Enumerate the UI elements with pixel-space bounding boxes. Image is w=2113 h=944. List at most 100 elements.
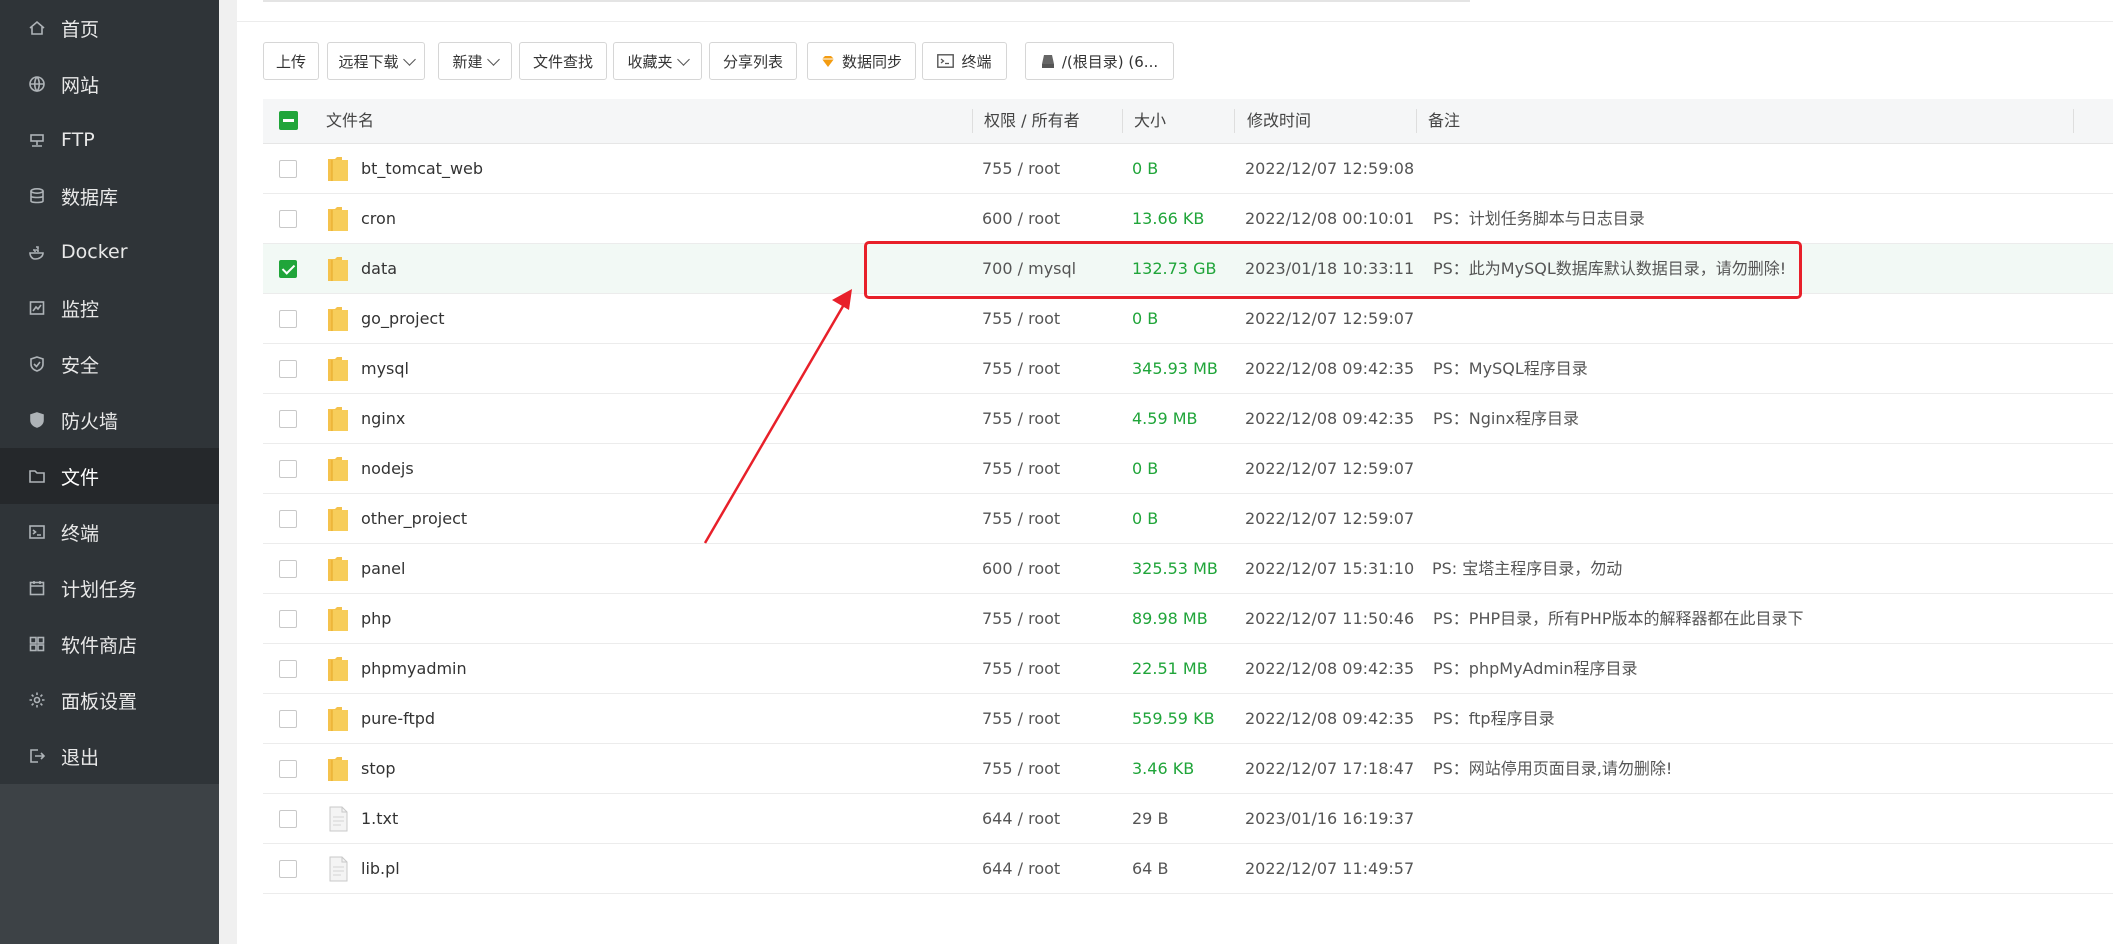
row-checkbox[interactable] <box>279 810 297 828</box>
sidebar-item-8[interactable]: 文件 <box>0 448 219 504</box>
row-checkbox[interactable] <box>279 510 297 528</box>
note[interactable]: PS：Nginx程序目录 <box>1433 394 1579 444</box>
folder-icon <box>327 306 349 332</box>
chevron-down-icon <box>486 52 500 66</box>
note[interactable]: PS: 宝塔主程序目录，勿动 <box>1432 544 1622 594</box>
file-name-link[interactable]: pure-ftpd <box>361 694 435 744</box>
column-mtime[interactable]: 修改时间 <box>1247 99 1311 143</box>
row-checkbox[interactable] <box>279 360 297 378</box>
note[interactable]: PS：ftp程序目录 <box>1433 694 1555 744</box>
upload-button[interactable]: 上传 <box>263 42 319 80</box>
table-row[interactable]: php 755 / root 89.98 MB 2022/12/07 11:50:46… <box>263 594 2113 644</box>
permission-owner[interactable]: 755 / root <box>982 344 1060 394</box>
row-checkbox[interactable] <box>279 760 297 778</box>
sidebar-item-0[interactable]: 首页 <box>0 0 219 56</box>
table-row[interactable]: stop 755 / root 3.46 KB 2022/12/07 17:18:47… <box>263 744 2113 794</box>
row-checkbox[interactable] <box>279 210 297 228</box>
note[interactable]: PS：PHP目录，所有PHP版本的解释器都在此目录下 <box>1433 594 1803 644</box>
note[interactable]: PS：计划任务脚本与日志目录 <box>1433 194 1645 244</box>
file-name-link[interactable]: nodejs <box>361 444 414 494</box>
sidebar-item-12[interactable]: 面板设置 <box>0 672 219 728</box>
column-name[interactable]: 文件名 <box>326 99 374 143</box>
file-name-link[interactable]: phpmyadmin <box>361 644 467 694</box>
content-gutter <box>219 0 237 944</box>
permission-owner[interactable]: 600 / root <box>982 194 1060 244</box>
permission-owner[interactable]: 755 / root <box>982 494 1060 544</box>
sidebar-item-13[interactable]: 退出 <box>0 728 219 784</box>
table-row[interactable]: lib.pl 644 / root 64 B 2022/12/07 11:49:57 <box>263 844 2113 894</box>
note[interactable]: PS：MySQL程序目录 <box>1433 344 1588 394</box>
row-checkbox[interactable] <box>279 410 297 428</box>
sidebar-item-7[interactable]: 防火墙 <box>0 392 219 448</box>
file-name-link[interactable]: go_project <box>361 294 444 344</box>
sidebar-item-11[interactable]: 软件商店 <box>0 616 219 672</box>
sidebar-item-label: 终端 <box>61 522 100 545</box>
permission-owner[interactable]: 755 / root <box>982 744 1060 794</box>
table-row[interactable]: mysql 755 / root 345.93 MB 2022/12/08 09:42… <box>263 344 2113 394</box>
note[interactable]: PS：网站停用页面目录,请勿删除! <box>1433 744 1672 794</box>
table-row[interactable]: nodejs 755 / root 0 B 2022/12/07 12:59:07 <box>263 444 2113 494</box>
file-name-link[interactable]: bt_tomcat_web <box>361 144 483 194</box>
file-name-link[interactable]: stop <box>361 744 396 794</box>
file-size: 0 B <box>1132 459 1159 478</box>
file-name-link[interactable]: lib.pl <box>361 844 400 894</box>
permission-owner[interactable]: 600 / root <box>982 544 1060 594</box>
table-row[interactable]: nginx 755 / root 4.59 MB 2022/12/08 09:42:3… <box>263 394 2113 444</box>
row-checkbox[interactable] <box>279 660 297 678</box>
file-name-link[interactable]: cron <box>361 194 396 244</box>
new-button[interactable]: 新建 <box>438 42 512 80</box>
column-permission[interactable]: 权限 / 所有者 <box>984 99 1080 143</box>
file-name-link[interactable]: data <box>361 244 397 294</box>
sidebar-item-4[interactable]: Docker <box>0 224 219 280</box>
sidebar-item-2[interactable]: FTP <box>0 112 219 168</box>
sidebar-item-label: 网站 <box>61 74 100 97</box>
table-row[interactable]: go_project 755 / root 0 B 2022/12/07 12:59:… <box>263 294 2113 344</box>
file-name-link[interactable]: 1.txt <box>361 794 398 844</box>
file-search-button[interactable]: 文件查找 <box>519 42 607 80</box>
path-button[interactable]: /(根目录) (6... <box>1025 42 1174 80</box>
file-name-link[interactable]: nginx <box>361 394 405 444</box>
note[interactable]: PS：phpMyAdmin程序目录 <box>1433 644 1638 694</box>
file-name-link[interactable]: php <box>361 594 391 644</box>
file-name-link[interactable]: other_project <box>361 494 467 544</box>
sidebar-item-5[interactable]: 监控 <box>0 280 219 336</box>
table-row[interactable]: pure-ftpd 755 / root 559.59 KB 2022/12/08 0… <box>263 694 2113 744</box>
row-checkbox[interactable] <box>279 310 297 328</box>
sidebar-item-9[interactable]: 终端 <box>0 504 219 560</box>
row-checkbox[interactable] <box>279 260 297 278</box>
sidebar-item-6[interactable]: 安全 <box>0 336 219 392</box>
sidebar-item-3[interactable]: 数据库 <box>0 168 219 224</box>
table-row[interactable]: panel 600 / root 325.53 MB 2022/12/07 15:31… <box>263 544 2113 594</box>
data-sync-button[interactable]: 数据同步 <box>807 42 916 80</box>
row-checkbox[interactable] <box>279 860 297 878</box>
sidebar-item-10[interactable]: 计划任务 <box>0 560 219 616</box>
sidebar-item-1[interactable]: 网站 <box>0 56 219 112</box>
table-row[interactable]: 1.txt 644 / root 29 B 2023/01/16 16:19:37 <box>263 794 2113 844</box>
table-row[interactable]: bt_tomcat_web 755 / root 0 B 2022/12/07 12:… <box>263 144 2113 194</box>
terminal-button[interactable]: 终端 <box>922 42 1007 80</box>
table-row[interactable]: phpmyadmin 755 / root 22.51 MB 2022/12/08 0… <box>263 644 2113 694</box>
permission-owner[interactable]: 755 / root <box>982 694 1060 744</box>
row-checkbox[interactable] <box>279 160 297 178</box>
table-row[interactable]: other_project 755 / root 0 B 2022/12/07 12:… <box>263 494 2113 544</box>
row-checkbox[interactable] <box>279 710 297 728</box>
permission-owner[interactable]: 644 / root <box>982 794 1060 844</box>
row-checkbox[interactable] <box>279 610 297 628</box>
file-name-link[interactable]: mysql <box>361 344 409 394</box>
permission-owner[interactable]: 755 / root <box>982 144 1060 194</box>
table-row[interactable]: cron 600 / root 13.66 KB 2022/12/08 00:10:0… <box>263 194 2113 244</box>
share-list-button[interactable]: 分享列表 <box>709 42 797 80</box>
permission-owner[interactable]: 755 / root <box>982 594 1060 644</box>
permission-owner[interactable]: 755 / root <box>982 294 1060 344</box>
row-checkbox[interactable] <box>279 460 297 478</box>
permission-owner[interactable]: 755 / root <box>982 394 1060 444</box>
row-checkbox[interactable] <box>279 560 297 578</box>
favorites-button[interactable]: 收藏夹 <box>613 42 702 80</box>
file-name-link[interactable]: panel <box>361 544 405 594</box>
remote-download-button[interactable]: 远程下载 <box>327 42 425 80</box>
column-size[interactable]: 大小 <box>1134 99 1166 143</box>
select-all-checkbox[interactable] <box>279 111 298 130</box>
permission-owner[interactable]: 755 / root <box>982 644 1060 694</box>
permission-owner[interactable]: 755 / root <box>982 444 1060 494</box>
permission-owner[interactable]: 644 / root <box>982 844 1060 894</box>
